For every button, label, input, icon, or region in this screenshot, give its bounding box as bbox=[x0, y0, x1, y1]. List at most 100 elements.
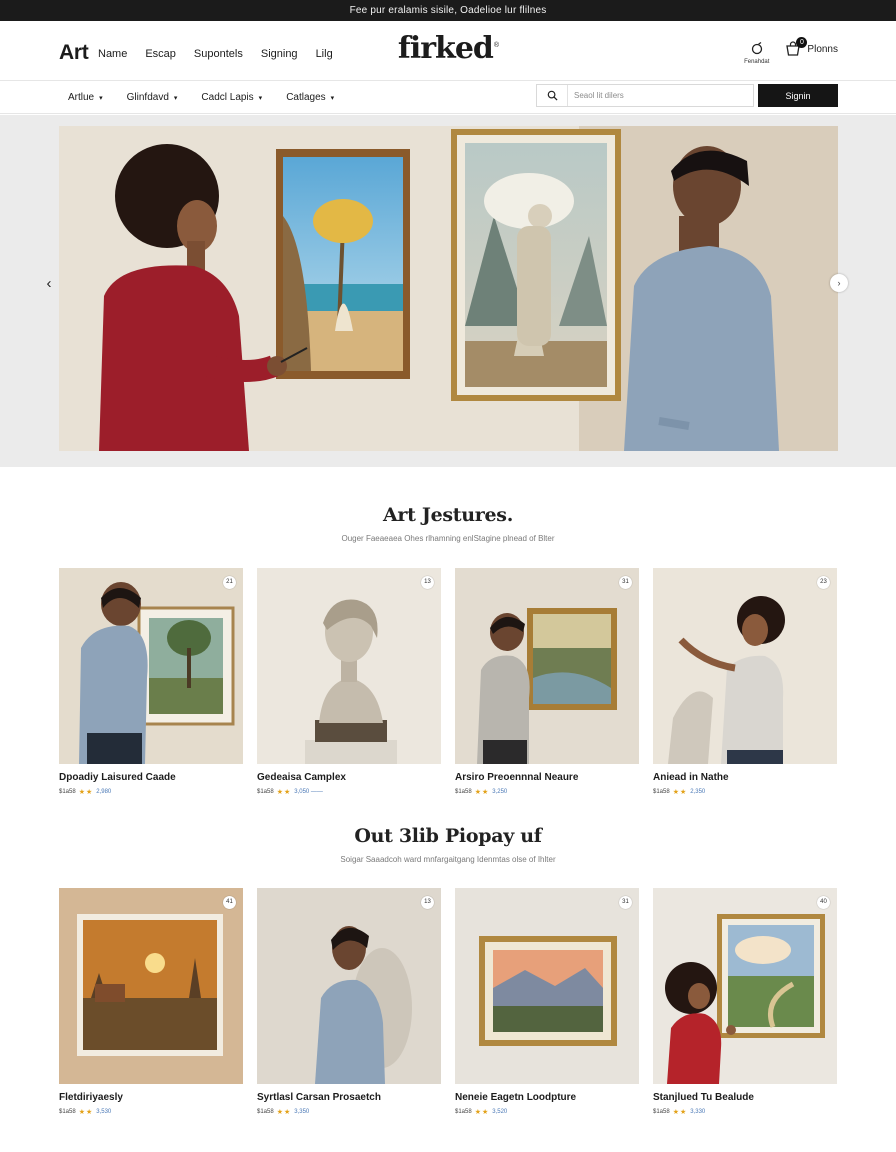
chevron-down-icon: ▾ bbox=[330, 94, 335, 102]
section-title-1: Art Jestures. bbox=[382, 504, 514, 526]
logo-text[interactable]: firked bbox=[398, 31, 494, 66]
section-subtitle-1: Ouger Faeaeaea Ohes rlhamning enlStagine… bbox=[341, 534, 555, 543]
filter-glinfdavd[interactable]: Glinfdavd ▾ bbox=[127, 92, 178, 103]
product-price: $1a58 bbox=[257, 1109, 274, 1115]
logo-registered-mark: ® bbox=[493, 42, 499, 49]
filter-dropdowns: Artlue ▾ Glinfdavd ▾ Cadcl Lapis ▾ Catlages… bbox=[68, 92, 358, 103]
product-card[interactable]: 13 Gedeaisa Camplex $1a58 ★★ 3,050 —— bbox=[257, 568, 441, 796]
cart-button[interactable]: 0 Plonns bbox=[785, 37, 838, 57]
hero-gallery-illustration bbox=[59, 126, 838, 451]
announcement-bar: Fee pur eralamis sisile, Oadelioe lur fl… bbox=[0, 0, 896, 21]
rating-stars: ★★ bbox=[276, 789, 292, 796]
card-number-badge: 13 bbox=[421, 896, 434, 909]
sunset-painting-image bbox=[59, 888, 243, 1084]
product-image: 21 bbox=[59, 568, 243, 764]
chevron-down-icon: ▾ bbox=[258, 94, 263, 102]
hero-next-arrow[interactable]: › bbox=[830, 274, 848, 292]
chevron-down-icon: ▾ bbox=[99, 94, 103, 102]
hero-prev-arrow[interactable]: ‹ bbox=[40, 274, 58, 292]
product-title: Syrtlasl Carsan Prosaetch bbox=[257, 1092, 381, 1103]
product-price: $1a58 bbox=[59, 1109, 76, 1115]
product-price: $1a58 bbox=[455, 789, 472, 795]
nav-item-signing[interactable]: Signing bbox=[261, 48, 298, 60]
rating-count: 3,330 bbox=[690, 1109, 706, 1115]
product-image: 31 bbox=[455, 888, 639, 1084]
cart-count-badge: 0 bbox=[796, 37, 808, 48]
nav-item-lilg[interactable]: Lilg bbox=[316, 48, 333, 60]
man-viewing-landscape-image bbox=[455, 568, 639, 764]
filter-cadcl-lapis[interactable]: Cadcl Lapis ▾ bbox=[201, 92, 262, 103]
site-header: Art Name Escap Supontels Signing Lilg fi… bbox=[0, 21, 896, 81]
product-card[interactable]: 13 Syrtlasl Carsan Prosaetch $1a58 ★★ 3,… bbox=[257, 888, 441, 1116]
search-button[interactable] bbox=[537, 85, 568, 106]
product-grid-2: 41 Fletdiriyaesly $1a58 ★★ 3,530 13 Syrt… bbox=[59, 888, 838, 1116]
search-input[interactable] bbox=[568, 91, 748, 100]
product-image: 13 bbox=[257, 888, 441, 1084]
nav-item-supontels[interactable]: Supontels bbox=[194, 48, 243, 60]
hero-section: ‹ › bbox=[0, 115, 896, 467]
card-number-badge: 31 bbox=[619, 576, 632, 589]
card-number-badge: 41 bbox=[223, 896, 236, 909]
product-grid-1: 21 Dpoadiy Laisured Caade $1a58 ★★ 2,980… bbox=[59, 568, 838, 796]
product-meta: $1a58 ★★ 3,530 bbox=[59, 1108, 243, 1116]
filter-label: Glinfdavd bbox=[126, 92, 169, 103]
filter-label: Catlages bbox=[286, 92, 326, 103]
filter-label: Artlue bbox=[68, 92, 95, 103]
child-viewing-painting-image bbox=[653, 888, 837, 1084]
card-number-badge: 23 bbox=[817, 576, 830, 589]
product-card[interactable]: 40 Stanjlued Tu Bealude $1a58 ★★ 3,330 bbox=[653, 888, 837, 1116]
hero-image bbox=[59, 126, 838, 451]
search-box bbox=[536, 84, 754, 107]
product-card[interactable]: 41 Fletdiriyaesly $1a58 ★★ 3,530 bbox=[59, 888, 243, 1116]
rating-count: 3,530 bbox=[96, 1109, 112, 1115]
man-profile-image bbox=[257, 888, 441, 1084]
product-card[interactable]: 21 Dpoadiy Laisured Caade $1a58 ★★ 2,980 bbox=[59, 568, 243, 796]
product-image: 40 bbox=[653, 888, 837, 1084]
rating-count: 3,050 —— bbox=[294, 789, 323, 795]
nav-item-escap[interactable]: Escap bbox=[145, 48, 176, 60]
bust-sculpture-image bbox=[257, 568, 441, 764]
product-image: 23 bbox=[653, 568, 837, 764]
signin-button[interactable]: Signin bbox=[758, 84, 838, 107]
rating-stars: ★★ bbox=[78, 789, 94, 796]
filter-artlue[interactable]: Artlue ▾ bbox=[68, 92, 103, 103]
product-image: 31 bbox=[455, 568, 639, 764]
product-title: Aniead in Nathe bbox=[653, 772, 729, 783]
filter-catlages[interactable]: Catlages ▾ bbox=[286, 92, 334, 103]
account-button[interactable]: Fenahdat bbox=[744, 41, 769, 65]
product-price: $1a58 bbox=[653, 1109, 670, 1115]
product-title: Stanjlued Tu Bealude bbox=[653, 1092, 754, 1103]
account-icon bbox=[751, 42, 762, 55]
product-title: Gedeaisa Camplex bbox=[257, 772, 346, 783]
product-meta: $1a58 ★★ 3,520 bbox=[455, 1108, 639, 1116]
product-card[interactable]: 31 Arsiro Preoennnal Neaure $1a58 ★★ 3,2… bbox=[455, 568, 639, 796]
product-title: Fletdiriyaesly bbox=[59, 1092, 123, 1103]
card-number-badge: 40 bbox=[817, 896, 830, 909]
product-meta: $1a58 ★★ 3,050 —— bbox=[257, 788, 441, 796]
product-price: $1a58 bbox=[455, 1109, 472, 1115]
cart-label: Plonns bbox=[807, 43, 838, 55]
nav-item-name[interactable]: Name bbox=[98, 48, 127, 60]
rating-stars: ★★ bbox=[672, 789, 688, 796]
rating-count: 3,520 bbox=[492, 1109, 508, 1115]
rating-count: 2,980 bbox=[96, 789, 112, 795]
main-nav: Name Escap Supontels Signing Lilg bbox=[98, 48, 351, 60]
product-meta: $1a58 ★★ 3,350 bbox=[257, 1108, 441, 1116]
section-subtitle-2: Soigar Saaadcoh ward mnfargaitgang Idenm… bbox=[340, 855, 556, 864]
product-meta: $1a58 ★★ 2,350 bbox=[653, 788, 837, 796]
filter-label: Cadcl Lapis bbox=[201, 92, 254, 103]
product-card[interactable]: 23 Aniead in Nathe $1a58 ★★ 2,350 bbox=[653, 568, 837, 796]
rating-count: 2,350 bbox=[690, 789, 706, 795]
product-meta: $1a58 ★★ 3,250 bbox=[455, 788, 639, 796]
rating-stars: ★★ bbox=[276, 1109, 292, 1116]
product-title: Dpoadiy Laisured Caade bbox=[59, 772, 176, 783]
card-number-badge: 31 bbox=[619, 896, 632, 909]
filter-bar: Artlue ▾ Glinfdavd ▾ Cadcl Lapis ▾ Catlages… bbox=[0, 82, 896, 114]
section-title-2: Out 3lib Piopay uf bbox=[354, 825, 542, 847]
rating-stars: ★★ bbox=[672, 1109, 688, 1116]
product-card[interactable]: 31 Neneie Eagetn Loodpture $1a58 ★★ 3,52… bbox=[455, 888, 639, 1116]
product-title: Arsiro Preoennnal Neaure bbox=[455, 772, 579, 783]
card-number-badge: 13 bbox=[421, 576, 434, 589]
brand-name[interactable]: Art bbox=[59, 41, 89, 65]
landscape-painting-image bbox=[455, 888, 639, 1084]
